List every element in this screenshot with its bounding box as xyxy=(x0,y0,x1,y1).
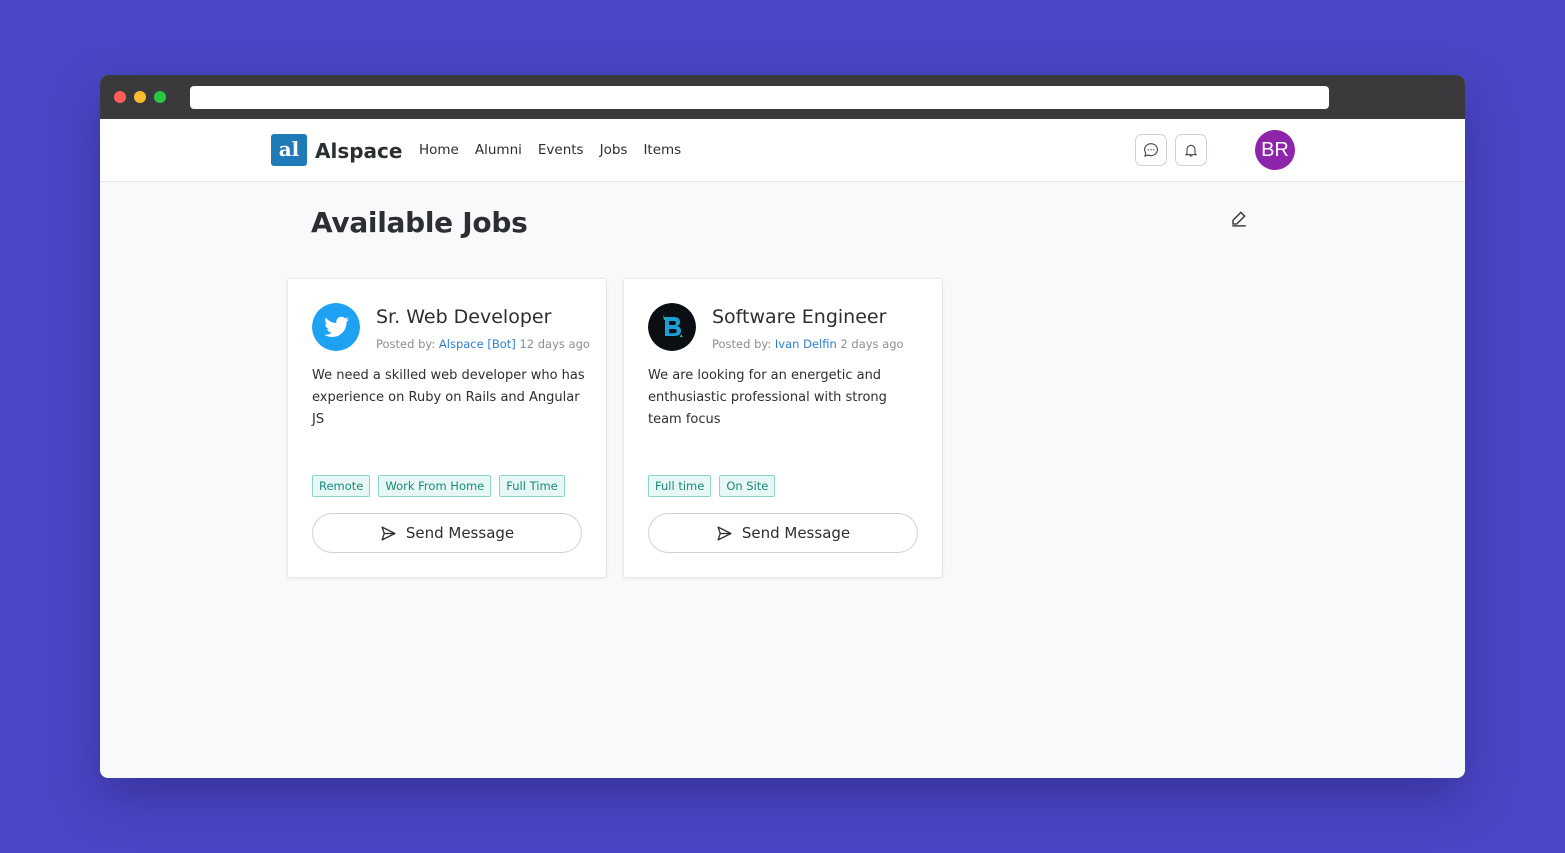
page-title: Available Jobs xyxy=(311,206,528,239)
app-logo[interactable]: al xyxy=(271,134,307,166)
send-message-button[interactable]: Send Message xyxy=(648,513,918,553)
job-description: We need a skilled web developer who has … xyxy=(312,368,585,427)
job-description: We are looking for an energetic and enth… xyxy=(648,368,887,427)
edit-pencil-icon[interactable] xyxy=(1230,209,1248,227)
job-tag: Remote xyxy=(312,475,371,497)
job-card: Software Engineer Posted by: Ivan Delfin… xyxy=(623,278,943,578)
job-card: Sr. Web Developer Posted by: Alspace [Bo… xyxy=(287,278,607,578)
app-name[interactable]: Alspace xyxy=(315,139,402,163)
send-message-label: Send Message xyxy=(741,524,851,542)
send-arrow-icon xyxy=(381,525,396,541)
job-tags: Remote Work From Home Full Time xyxy=(312,475,565,497)
job-tags: Full time On Site xyxy=(648,475,776,497)
close-window-button[interactable] xyxy=(114,91,126,103)
company-logo-icon xyxy=(648,303,696,351)
notifications-button[interactable] xyxy=(1175,134,1207,166)
nav-link-events[interactable]: Events xyxy=(538,142,584,158)
browser-titlebar xyxy=(100,75,1465,119)
messages-button[interactable] xyxy=(1135,134,1167,166)
nav-link-jobs[interactable]: Jobs xyxy=(600,142,628,158)
job-tag: On Site xyxy=(719,475,776,497)
time-ago: 2 days ago xyxy=(840,337,904,351)
send-message-button[interactable]: Send Message xyxy=(312,513,582,553)
bell-icon xyxy=(1184,144,1198,157)
send-message-label: Send Message xyxy=(405,524,515,542)
browser-window: al Alspace Home Alumni Events Jobs Items… xyxy=(100,75,1465,778)
poster-link[interactable]: Alspace [Bot] xyxy=(439,337,516,351)
twitter-logo-icon xyxy=(312,303,360,351)
job-title[interactable]: Sr. Web Developer xyxy=(376,306,551,328)
nav-link-items[interactable]: Items xyxy=(643,142,681,158)
posted-by-label: Posted by: xyxy=(712,337,772,351)
send-arrow-icon xyxy=(717,525,732,541)
minimize-window-button[interactable] xyxy=(134,91,146,103)
job-tag: Full Time xyxy=(499,475,565,497)
job-meta: Posted by: Alspace [Bot] 12 days ago xyxy=(376,337,590,351)
maximize-window-button[interactable] xyxy=(154,91,166,103)
address-bar[interactable] xyxy=(190,86,1329,109)
main-nav: Home Alumni Events Jobs Items xyxy=(419,142,681,158)
time-ago: 12 days ago xyxy=(519,337,590,351)
chat-bubble-icon xyxy=(1144,143,1158,157)
posted-by-label: Posted by: xyxy=(376,337,436,351)
job-meta: Posted by: Ivan Delfin 2 days ago xyxy=(712,337,904,351)
user-avatar[interactable]: BR xyxy=(1255,130,1295,170)
poster-link[interactable]: Ivan Delfin xyxy=(775,337,837,351)
nav-link-alumni[interactable]: Alumni xyxy=(475,142,522,158)
job-title[interactable]: Software Engineer xyxy=(712,306,886,328)
nav-link-home[interactable]: Home xyxy=(419,142,459,158)
top-navbar: al Alspace Home Alumni Events Jobs Items… xyxy=(100,119,1465,182)
job-tag: Full time xyxy=(648,475,712,497)
job-tag: Work From Home xyxy=(378,475,492,497)
